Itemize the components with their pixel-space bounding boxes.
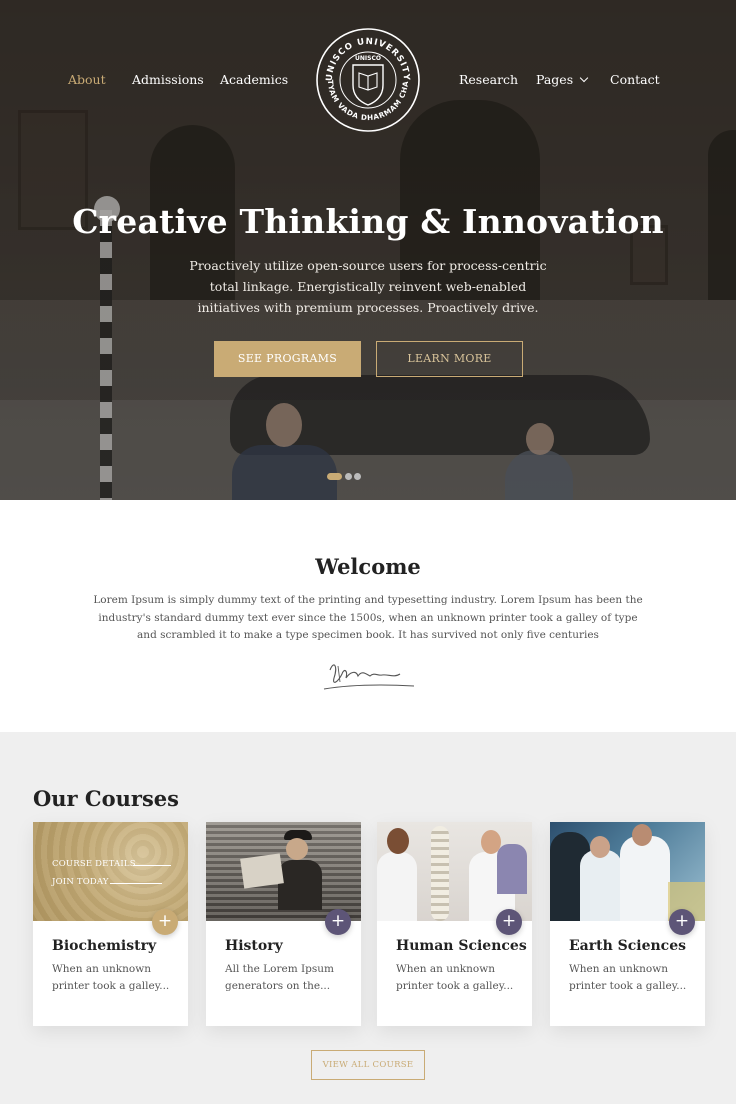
course-title[interactable]: Biochemistry	[52, 938, 156, 954]
researcher-shape	[620, 836, 670, 921]
course-card[interactable]: + History All the Lorem Ipsum generators…	[206, 822, 361, 1026]
skeleton-model	[431, 826, 449, 921]
researcher-shape	[580, 850, 622, 921]
body-shape	[278, 860, 322, 910]
course-title[interactable]: Earth Sciences	[569, 938, 686, 954]
researcher-head	[632, 824, 652, 846]
instructor-shape	[497, 844, 527, 894]
welcome-text: Lorem Ipsum is simply dummy text of the …	[93, 594, 643, 641]
university-logo[interactable]: UNISCO UNIVERSITY SATYAM VADA DHARMAM CH…	[315, 27, 421, 133]
hero-title: Creative Thinking & Innovation	[72, 202, 664, 241]
course-image-biochemistry: COURSE DETAILS JOIN TODAY	[33, 822, 188, 921]
signature-image	[323, 664, 415, 690]
nav-pages[interactable]: Pages	[536, 72, 589, 87]
courses-title: Our Courses	[33, 786, 179, 811]
hero-description: Proactively utilize open-source users fo…	[189, 258, 547, 315]
welcome-section: Welcome Lorem Ipsum is simply dummy text…	[0, 500, 736, 732]
course-description: When an unknown printer took a galley...	[52, 963, 170, 992]
course-image-earth-sciences	[550, 822, 705, 921]
smoke-texture	[33, 822, 188, 921]
nav-about[interactable]: About	[68, 72, 106, 87]
logo-shield-text: UNISCO	[355, 55, 381, 62]
course-description: All the Lorem Ipsum generators on the...	[225, 963, 334, 992]
course-details-link[interactable]: COURSE DETAILS	[52, 859, 136, 869]
nav-research[interactable]: Research	[459, 72, 518, 87]
book-icon	[358, 72, 378, 91]
plus-icon[interactable]: +	[325, 909, 351, 935]
course-title[interactable]: History	[225, 938, 283, 954]
nav-contact[interactable]: Contact	[610, 72, 660, 87]
divider	[110, 883, 162, 884]
plus-icon[interactable]: +	[496, 909, 522, 935]
plus-icon[interactable]: +	[152, 909, 178, 935]
course-title[interactable]: Human Sciences	[396, 938, 527, 954]
see-programs-button[interactable]: SEE PROGRAMS	[214, 341, 361, 377]
slider-dot[interactable]	[354, 473, 361, 480]
course-image-human-sciences	[377, 822, 532, 921]
course-card[interactable]: COURSE DETAILS JOIN TODAY + Biochemistry…	[33, 822, 188, 1026]
slider-dot[interactable]	[345, 473, 352, 480]
view-all-course-button[interactable]: VIEW ALL COURSE	[311, 1050, 425, 1080]
course-description: When an unknown printer took a galley...	[396, 963, 514, 992]
course-image-history	[206, 822, 361, 921]
plus-icon[interactable]: +	[669, 909, 695, 935]
course-card[interactable]: + Human Sciences When an unknown printer…	[377, 822, 532, 1026]
nav-pages-label: Pages	[536, 72, 574, 87]
nav-admissions[interactable]: Admissions	[132, 72, 204, 87]
join-today-link[interactable]: JOIN TODAY	[52, 877, 109, 887]
divider	[133, 865, 171, 866]
slider-dot-active[interactable]	[327, 473, 342, 480]
nav-academics[interactable]: Academics	[220, 72, 288, 87]
welcome-title: Welcome	[315, 554, 421, 579]
student-head	[387, 828, 409, 854]
newspaper-shape	[240, 853, 284, 889]
course-description: When an unknown printer took a galley...	[569, 963, 687, 992]
hero-banner: About Admissions Academics Research Page…	[0, 0, 736, 500]
course-card[interactable]: + Earth Sciences When an unknown printer…	[550, 822, 705, 1026]
chevron-down-icon	[579, 73, 589, 83]
learn-more-button[interactable]: LEARN MORE	[376, 341, 523, 377]
researcher-head	[590, 836, 610, 858]
face-shape	[286, 838, 308, 860]
student-shape	[377, 852, 417, 921]
